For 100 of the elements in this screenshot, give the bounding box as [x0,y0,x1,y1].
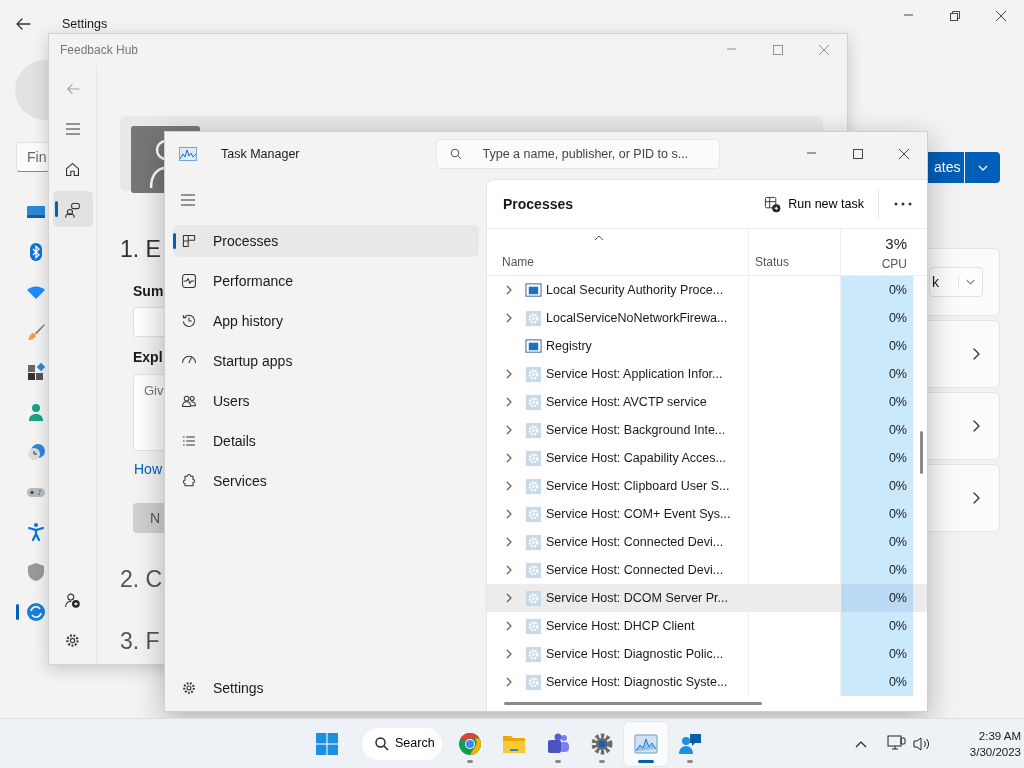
dropdown[interactable]: k [929,267,983,297]
sort-caret-icon [594,235,604,241]
gear-icon [525,505,542,523]
field-label: Sum [133,282,164,301]
nav-tab[interactable] [52,191,93,227]
table-row[interactable]: Service Host: DCOM Server Pr... 0% [487,584,927,612]
panel-title: Processes [502,194,574,214]
column-header[interactable]: Name [487,229,749,275]
search-icon [449,148,462,160]
clock[interactable]: 2:39 AM 3/30/2023 [949,727,1021,760]
section-heading: 2. C [120,565,163,594]
close-icon [898,148,910,160]
help-link[interactable]: How [134,459,162,479]
cpu-value: 0% [888,367,907,381]
taskbar-app[interactable] [624,721,668,766]
cpu-value: 0% [888,535,907,549]
app-icon [179,147,197,161]
chart-window-icon [634,731,658,756]
gear-icon [525,393,542,411]
pulse-icon [181,273,197,289]
chevron-right-icon [504,677,513,687]
cpu-value: 0% [888,423,907,437]
gear-icon [525,477,542,495]
cpu-value: 0% [888,507,907,521]
gear-icon [525,673,542,691]
chevron-right-icon [971,347,981,361]
gear-icon [525,309,542,327]
brush-icon [26,322,46,342]
process-name: LocalServiceNoNetworkFirewa... [546,309,728,327]
nav-item[interactable]: Startup apps [173,345,479,377]
nav-item[interactable]: Settings [173,672,479,704]
cpu-value: 0% [888,283,907,297]
nav-item[interactable]: Processes [173,225,479,257]
process-name: Registry [546,337,592,355]
chrome-icon [458,731,482,756]
details-field[interactable]: Giv [133,374,165,451]
gear-icon [525,617,542,635]
search-field[interactable]: Fin [16,142,50,172]
scroll-thumb[interactable] [504,702,762,705]
field-label: Expl [133,348,163,367]
nav-item[interactable]: Performance [173,265,479,297]
gear-icon [525,561,542,579]
chevron-right-icon [504,369,513,379]
nav-item[interactable]: Services [173,465,479,497]
back-arrow-icon [65,82,80,96]
chevron-right-icon [504,481,513,491]
window-title: Task Manager [221,145,300,163]
settings-icon [181,680,197,696]
more-icon [894,202,912,206]
person-icon [26,402,46,422]
process-name: Service Host: DHCP Client [546,617,695,635]
cpu-value: 0% [888,479,907,493]
menu-icon [180,192,196,208]
cpu-value: 0% [888,619,907,633]
search-button[interactable]: Search [362,727,442,760]
network-icon [887,734,907,753]
close-icon [818,44,830,56]
process-name: Service Host: AVCTP service [546,393,707,411]
chevron-right-icon [504,509,513,519]
process-name: Service Host: Clipboard User S... [546,477,730,495]
update-button[interactable]: ates [928,152,964,183]
maximize-icon [852,148,864,160]
chevron-right-icon [504,565,513,575]
column-header[interactable]: Status [749,229,841,275]
add-user-icon [64,591,81,609]
column-header[interactable]: 3% CPU [841,229,913,275]
window-title: Settings [62,15,108,33]
users-icon [181,393,197,409]
feedback-icon [678,731,702,756]
section-heading: 3. F [120,627,160,656]
summary-field[interactable] [133,307,165,337]
home-icon [64,160,81,178]
window-title: Feedback Hub [59,42,139,59]
history-icon [181,313,197,329]
chevron-up-icon[interactable] [855,739,867,748]
feedback-icon [64,200,81,218]
cpu-value: 0% [888,675,907,689]
scroll-thumb[interactable] [920,431,923,474]
chevron-right-icon [504,621,513,631]
volume-icon [913,735,931,752]
list-icon [181,433,197,449]
search-field[interactable]: Type a name, publisher, or PID to s... [435,139,720,169]
restore-icon [949,10,961,22]
chevron-right-icon [504,649,513,659]
window-icon [525,337,542,355]
cpu-value: 0% [888,395,907,409]
add-window-icon [764,195,782,213]
nav-item[interactable]: App history [173,305,479,337]
gear-icon [525,589,542,607]
nav-item[interactable]: Details [173,425,479,457]
apps-icon [26,362,46,382]
shield-icon [26,562,46,582]
nav-item[interactable]: Users [173,385,479,417]
chevron-right-icon [504,285,513,295]
cpu-value: 0% [888,339,907,353]
cpu-value: 0% [888,591,907,605]
people-icon [546,731,570,756]
process-name: Service Host: Capability Acces... [546,449,726,467]
run-new-task-button[interactable]: Run new task [758,190,870,218]
dropdown-button[interactable] [965,152,1000,183]
